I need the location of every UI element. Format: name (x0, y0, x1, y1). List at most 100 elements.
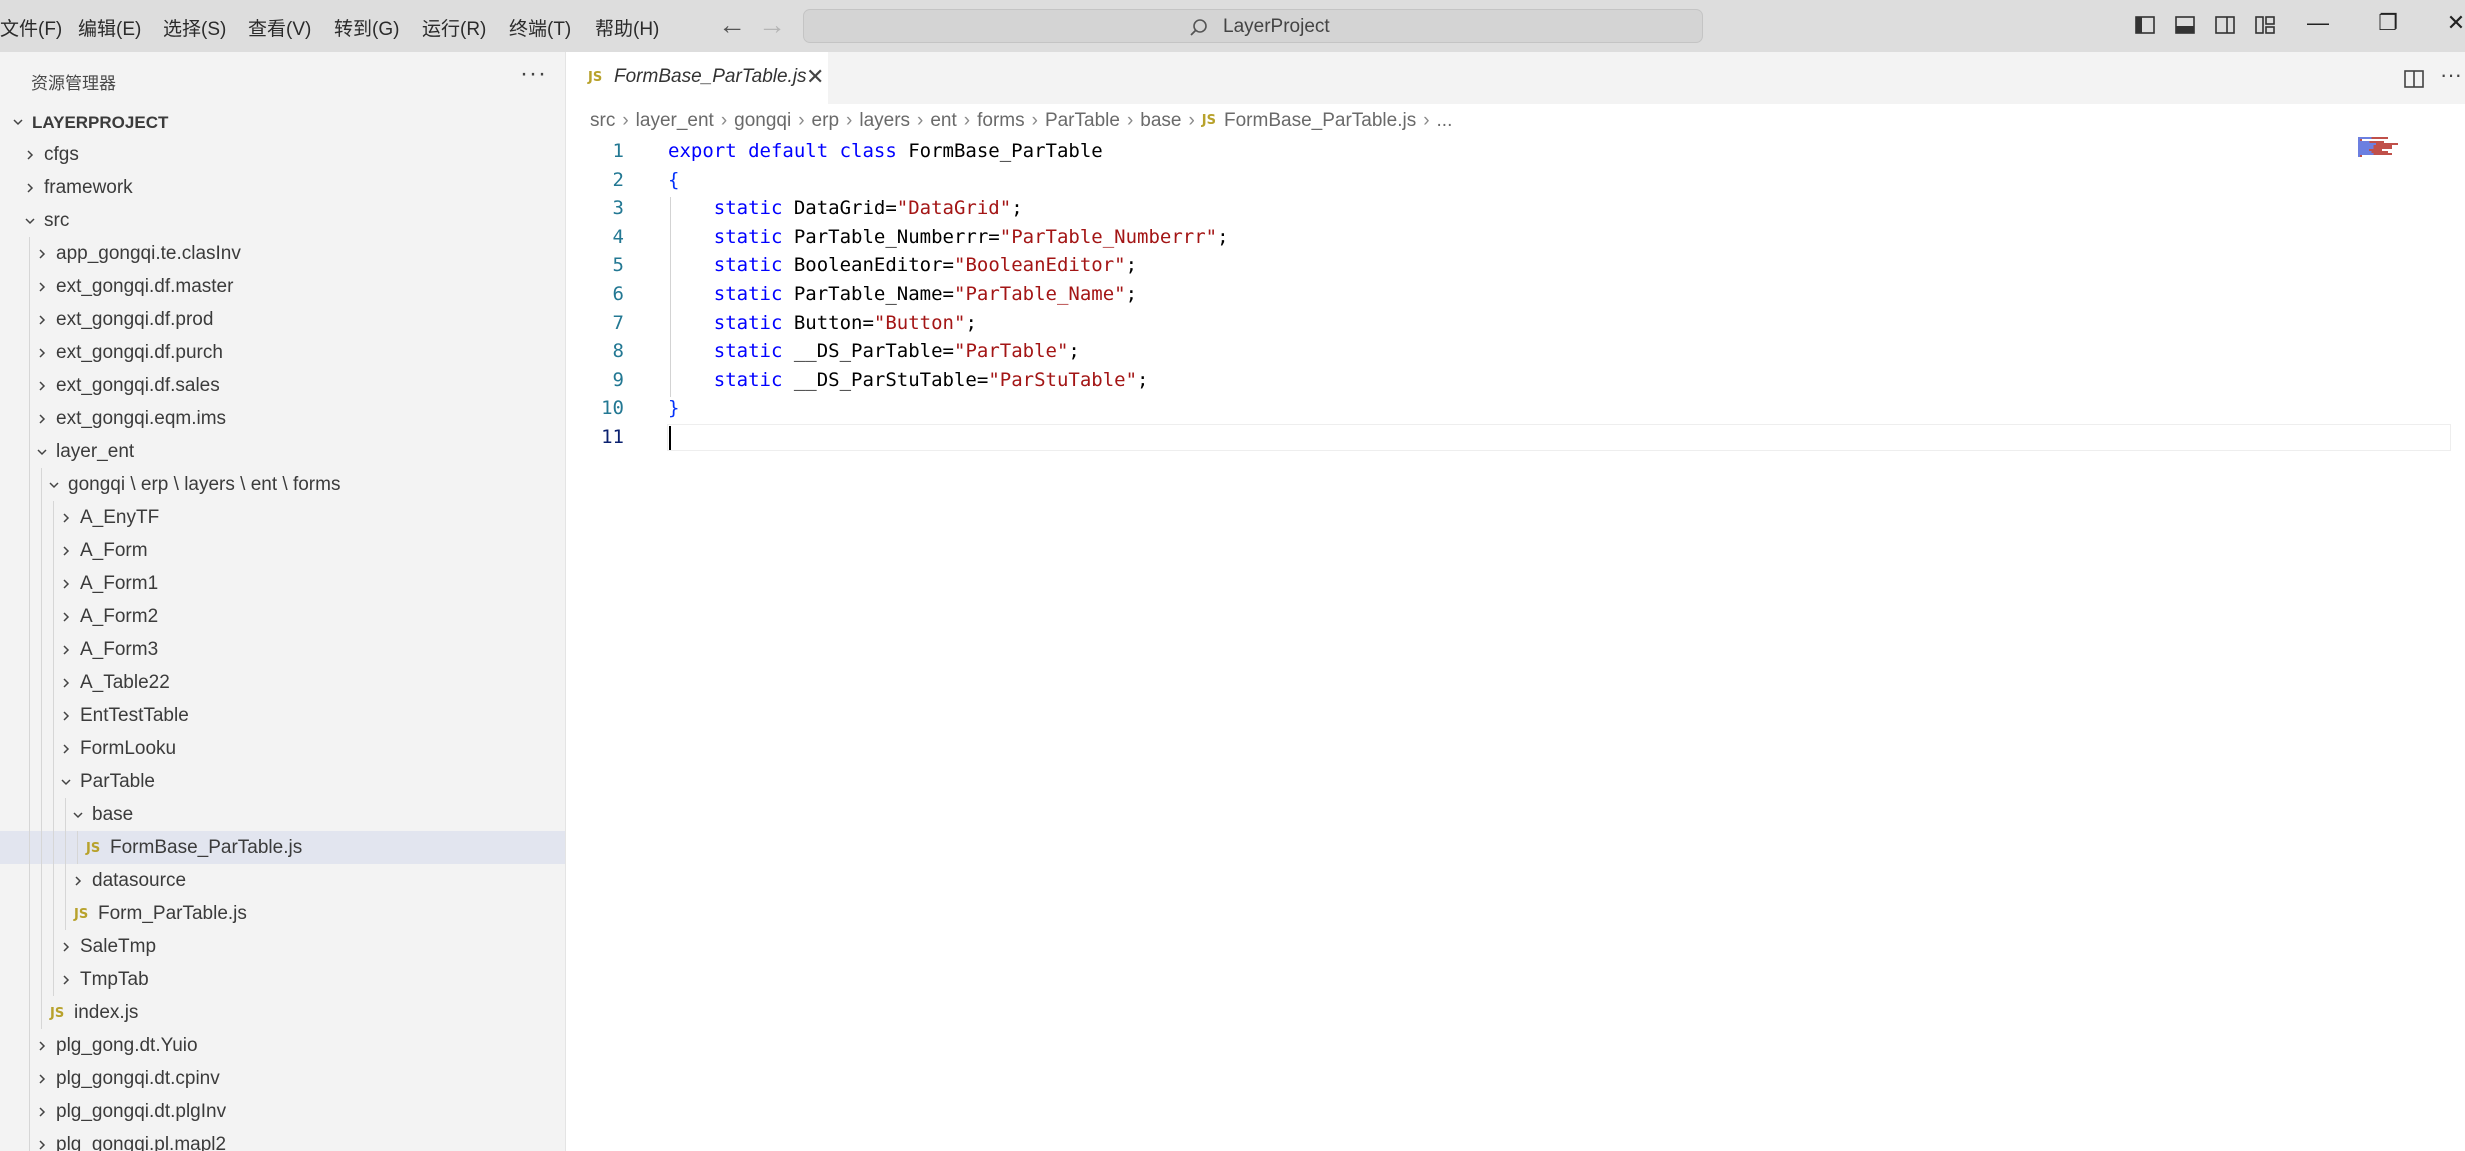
folder-tree-item[interactable]: plg_gongqi.pl.mapl2 (0, 1128, 565, 1151)
menu-item[interactable]: 文件(F) (0, 14, 62, 41)
folder-tree-item[interactable]: ext_gongqi.df.master (0, 270, 565, 303)
chevron-right-icon[interactable] (25, 147, 35, 160)
close-tab-icon[interactable]: ✕ (806, 64, 824, 90)
folder-tree-item[interactable]: plg_gongqi.dt.cpinv (0, 1062, 565, 1095)
code-line[interactable]: 6 static ParTable_Name="ParTable_Name"; (566, 283, 2356, 311)
folder-tree-item[interactable]: A_EnyTF (0, 501, 565, 534)
folder-tree-item[interactable]: LAYERPROJECT (0, 105, 565, 138)
close-window-button[interactable]: ✕ (2436, 10, 2465, 36)
folder-tree-item[interactable]: A_Table22 (0, 666, 565, 699)
chevron-right-icon[interactable] (37, 279, 47, 292)
code-editor[interactable]: 1 export default class FormBase_ParTable 2… (566, 140, 2465, 1151)
tab-formbase-partable[interactable]: JS FormBase_ParTable.js ✕ (566, 52, 828, 104)
breadcrumb-segment[interactable]: layers (859, 110, 910, 132)
folder-tree-item[interactable]: base (0, 798, 565, 831)
restore-button[interactable]: ❐ (2368, 10, 2408, 36)
folder-tree-item[interactable]: TmpTab (0, 963, 565, 996)
minimize-button[interactable]: — (2298, 10, 2338, 36)
menu-item[interactable]: 帮助(H) (595, 14, 659, 41)
folder-tree-item[interactable]: ext_gongqi.df.prod (0, 303, 565, 336)
menu-item[interactable]: 运行(R) (422, 14, 486, 41)
menu-item[interactable]: 终端(T) (509, 14, 571, 41)
chevron-right-icon[interactable] (73, 873, 83, 886)
more-actions-icon[interactable]: ··· (520, 60, 547, 88)
chevron-down-icon[interactable] (13, 114, 23, 126)
code-line[interactable]: 10} (566, 397, 2356, 425)
folder-tree-item[interactable]: plg_gong.dt.Yuio (0, 1029, 565, 1062)
breadcrumb-segment[interactable]: ent (930, 110, 956, 132)
editor-more-actions-icon[interactable]: ··· (2440, 62, 2462, 88)
back-arrow-icon[interactable]: ← (718, 9, 746, 41)
chevron-right-icon[interactable] (61, 576, 71, 589)
breadcrumb-segment[interactable]: FormBase_ParTable.js (1224, 110, 1416, 132)
split-editor-icon[interactable] (2403, 68, 2425, 90)
breadcrumb-segment[interactable]: gongqi (734, 110, 791, 132)
folder-tree-item[interactable]: ext_gongqi.eqm.ims (0, 402, 565, 435)
chevron-right-icon[interactable] (61, 642, 71, 655)
toggle-secondary-sidebar-icon[interactable] (2214, 14, 2236, 36)
folder-tree-item[interactable]: A_Form1 (0, 567, 565, 600)
code-line[interactable]: 9 static __DS_ParStuTable="ParStuTable"; (566, 369, 2356, 397)
chevron-right-icon[interactable] (37, 1071, 47, 1084)
chevron-right-icon[interactable] (61, 939, 71, 952)
folder-tree-item[interactable]: datasource (0, 864, 565, 897)
chevron-right-icon[interactable] (61, 741, 71, 754)
folder-tree-item[interactable]: framework (0, 171, 565, 204)
folder-tree-item[interactable]: A_Form2 (0, 600, 565, 633)
menu-item[interactable]: 转到(G) (334, 14, 399, 41)
breadcrumb-segment[interactable]: layer_ent (636, 110, 714, 132)
folder-tree-item[interactable]: layer_ent (0, 435, 565, 468)
folder-tree-item[interactable]: FormLooku (0, 732, 565, 765)
folder-tree-item[interactable]: ParTable (0, 765, 565, 798)
breadcrumb-segment[interactable]: erp (812, 110, 839, 132)
chevron-right-icon[interactable] (37, 312, 47, 325)
chevron-down-icon[interactable] (73, 807, 83, 819)
chevron-right-icon[interactable] (61, 543, 71, 556)
folder-tree-item[interactable]: A_Form (0, 534, 565, 567)
menu-item[interactable]: 编辑(E) (78, 14, 141, 41)
folder-tree-item[interactable]: ext_gongqi.df.sales (0, 369, 565, 402)
chevron-right-icon[interactable] (61, 972, 71, 985)
folder-tree-item[interactable]: gongqi \ erp \ layers \ ent \ forms (0, 468, 565, 501)
chevron-right-icon[interactable] (37, 1104, 47, 1117)
chevron-right-icon[interactable] (37, 1038, 47, 1051)
code-line[interactable]: 1 export default class FormBase_ParTable (566, 140, 2356, 168)
chevron-right-icon[interactable] (25, 180, 35, 193)
folder-tree-item[interactable]: A_Form3 (0, 633, 565, 666)
folder-tree-item[interactable]: SaleTmp (0, 930, 565, 963)
chevron-right-icon[interactable] (37, 378, 47, 391)
breadcrumb-segment[interactable]: forms (977, 110, 1025, 132)
customize-layout-icon[interactable] (2254, 14, 2276, 36)
chevron-right-icon[interactable] (61, 675, 71, 688)
breadcrumb-segment[interactable]: src (590, 110, 615, 132)
toggle-panel-icon[interactable] (2174, 14, 2196, 36)
code-line[interactable]: 4 static ParTable_Numberrr="ParTable_Num… (566, 226, 2356, 254)
file-tree-item[interactable]: JS FormBase_ParTable.js (0, 831, 565, 864)
file-tree-item[interactable]: JS index.js (0, 996, 565, 1029)
chevron-down-icon[interactable] (37, 444, 47, 456)
breadcrumb-segment[interactable]: ParTable (1045, 110, 1120, 132)
folder-tree-item[interactable]: plg_gongqi.dt.plgInv (0, 1095, 565, 1128)
menu-item[interactable]: 选择(S) (163, 14, 226, 41)
code-line[interactable]: 8 static __DS_ParTable="ParTable"; (566, 340, 2356, 368)
chevron-right-icon[interactable] (37, 411, 47, 424)
breadcrumb-segment[interactable]: base (1140, 110, 1181, 132)
folder-tree-item[interactable]: src (0, 204, 565, 237)
chevron-right-icon[interactable] (61, 609, 71, 622)
chevron-down-icon[interactable] (25, 213, 35, 225)
minimap[interactable] (2358, 137, 2406, 159)
chevron-right-icon[interactable] (61, 708, 71, 721)
chevron-down-icon[interactable] (61, 774, 71, 786)
folder-tree-item[interactable]: ext_gongqi.df.purch (0, 336, 565, 369)
toggle-primary-sidebar-icon[interactable] (2134, 14, 2156, 36)
chevron-down-icon[interactable] (49, 477, 59, 489)
code-line[interactable]: 3 static DataGrid="DataGrid"; (566, 197, 2356, 225)
forward-arrow-icon[interactable]: → (758, 9, 786, 41)
breadcrumb-segment[interactable]: ... (1437, 110, 1453, 132)
menu-item[interactable]: 查看(V) (248, 14, 311, 41)
chevron-right-icon[interactable] (37, 1137, 47, 1150)
code-line[interactable]: 7 static Button="Button"; (566, 312, 2356, 340)
folder-tree-item[interactable]: cfgs (0, 138, 565, 171)
folder-tree-item[interactable]: app_gongqi.te.clasInv (0, 237, 565, 270)
chevron-right-icon[interactable] (37, 345, 47, 358)
